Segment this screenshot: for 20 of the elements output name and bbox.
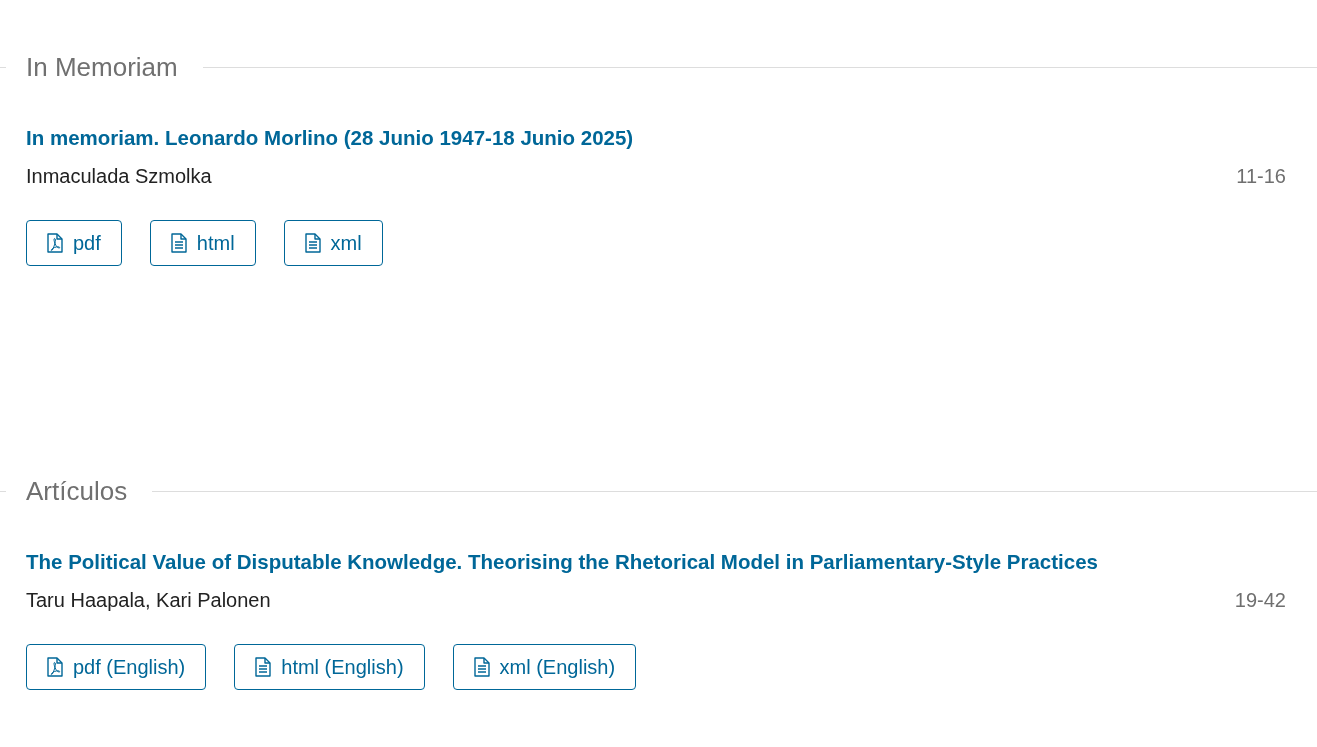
document-icon bbox=[255, 657, 272, 677]
article-authors: Taru Haapala, Kari Palonen bbox=[26, 588, 271, 613]
section-heading: Artículos bbox=[25, 476, 129, 506]
section-heading: In Memoriam bbox=[25, 52, 179, 82]
article-title-link[interactable]: In memoriam. Leonardo Morlino (28 Junio 1947-18 Junio 2025) bbox=[26, 124, 1317, 152]
article-title-link[interactable]: The Political Value of Disputable Knowledge. Theorising the Rhetorical Model in Parliamentary-Style Practices bbox=[26, 548, 1317, 576]
article-authors: Inmaculada Szmolka bbox=[26, 164, 212, 189]
pdf-file-icon bbox=[47, 657, 63, 677]
page-range: 11-16 bbox=[1236, 164, 1286, 189]
pdf-download-button[interactable]: pdf (English) bbox=[26, 644, 207, 690]
document-link-button[interactable]: html bbox=[149, 220, 256, 266]
document-link-button[interactable]: html (English) bbox=[234, 644, 425, 690]
pdf-download-button[interactable]: pdf bbox=[26, 220, 122, 266]
document-link-button[interactable]: xml (English) bbox=[452, 644, 637, 690]
document-link-button[interactable]: xml bbox=[283, 220, 383, 266]
document-icon bbox=[304, 233, 321, 253]
pdf-file-icon bbox=[47, 233, 63, 253]
document-icon bbox=[473, 657, 490, 677]
document-icon bbox=[170, 233, 187, 253]
page-range: 19-42 bbox=[1234, 588, 1286, 613]
